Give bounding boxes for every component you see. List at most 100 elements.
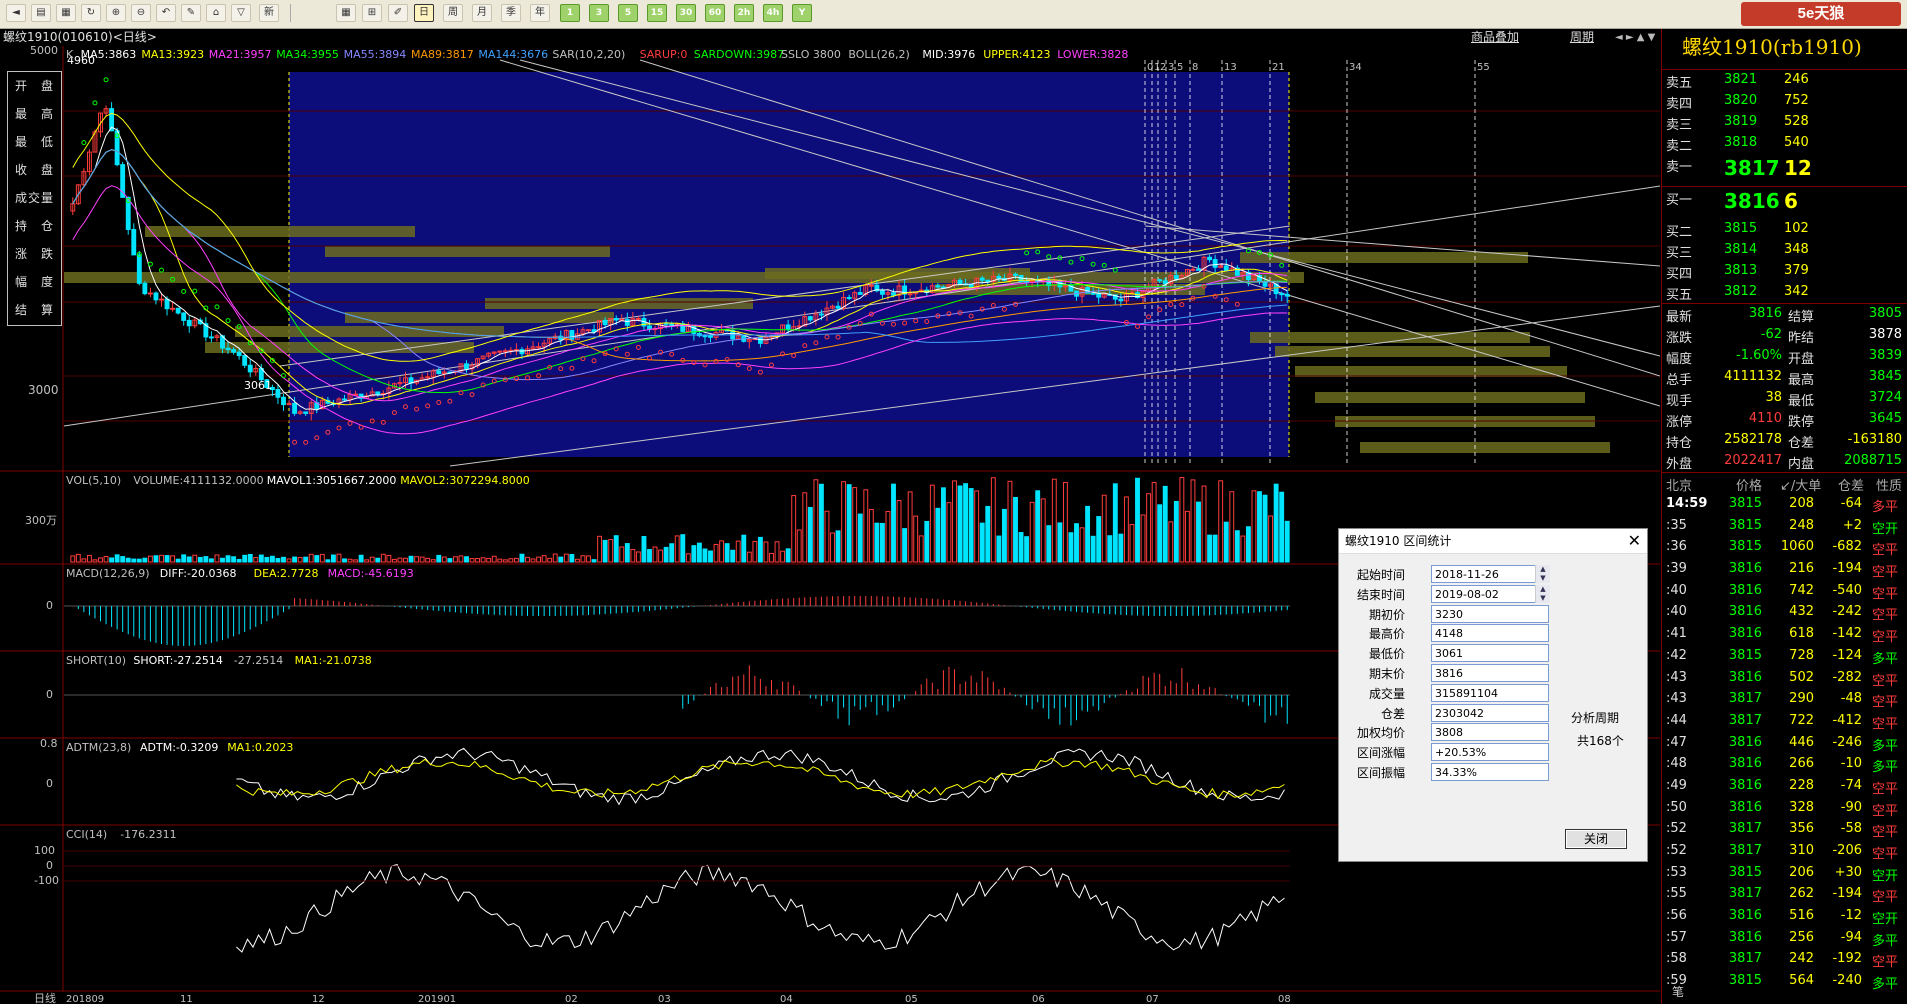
volume-bar (624, 543, 630, 563)
volume-bar (1234, 530, 1240, 563)
bid-volume: 348 (1784, 242, 1809, 257)
candle-body (996, 275, 1002, 279)
stat-row: 持仓 2582178 仓差 -163180 (1662, 430, 1907, 451)
legend-item: MAVOL2:3072294.8000 (400, 474, 530, 487)
spinner-icon[interactable]: ▲ ▼ (1535, 565, 1550, 583)
draw-icon[interactable]: ✎ (181, 4, 201, 22)
dialog-field-input[interactable]: 2018-11-26 (1431, 565, 1549, 583)
volume-bar (536, 556, 542, 563)
stat-row: 最新 3816 结算 3805 (1662, 304, 1907, 325)
tick-tab[interactable]: 笔 (1672, 983, 1684, 1000)
dialog-field-input[interactable]: +20.53% (1431, 743, 1549, 762)
close-icon[interactable]: ✕ (1628, 531, 1641, 550)
minute-button-2[interactable]: 5 (618, 4, 638, 22)
candle-body (1279, 293, 1285, 296)
volume-bar (297, 557, 303, 563)
dialog-field-input[interactable]: 2019-08-02 (1431, 584, 1549, 603)
dialog-field-input[interactable]: 34.33% (1431, 763, 1549, 781)
stat-label: 持仓 (1666, 436, 1693, 451)
price-field-item[interactable]: 涨 跌 (8, 240, 61, 268)
period-link[interactable]: 周期 (1570, 29, 1594, 46)
volume-bar (741, 534, 747, 563)
dialog-field-input[interactable]: 3808 (1431, 723, 1549, 742)
zoom-in-icon[interactable]: ⊕ (106, 4, 126, 22)
dialog-field-input[interactable]: 3230 (1431, 604, 1549, 623)
commodity-overlay-link[interactable]: 商品叠加 (1471, 29, 1519, 46)
price-field-item[interactable]: 结 算 (8, 296, 61, 324)
tick-nature: 空平 (1872, 716, 1899, 732)
minute-button-4[interactable]: 30 (676, 4, 696, 22)
minute-button-6[interactable]: 2h (734, 4, 754, 22)
panel-arrow-icons[interactable]: ◄ ► ▲ ▼ (1615, 29, 1655, 46)
period-button-4[interactable]: 年 (530, 4, 550, 22)
price-field-item[interactable]: 持 仓 (8, 212, 61, 240)
tick-volume: 262 (1789, 886, 1814, 902)
legend-item: SHORT(10) (66, 654, 126, 667)
minute-button-8[interactable]: Y (792, 4, 812, 22)
volume-bar (197, 556, 203, 563)
candle-body (1223, 265, 1229, 272)
chart-tool-icon[interactable]: ▦ (336, 4, 356, 22)
volume-bar (940, 487, 946, 563)
undo-icon[interactable]: ↶ (156, 4, 176, 22)
volume-bar (70, 555, 76, 563)
stat-label: 外盘 (1666, 457, 1693, 472)
volume-bar (935, 507, 941, 563)
tick-nature: 空平 (1872, 890, 1899, 906)
magnet-icon[interactable]: ⌂ (206, 4, 226, 22)
candle-body (624, 319, 630, 326)
minute-button-5[interactable]: 60 (705, 4, 725, 22)
minute-button-0[interactable]: 1 (560, 4, 580, 22)
folder-icon[interactable]: ▤ (31, 4, 51, 22)
dialog-field-input[interactable]: 315891104 (1431, 683, 1549, 702)
volume-bar (724, 543, 730, 563)
dialog-field-input[interactable]: 3061 (1431, 644, 1549, 663)
price-field-item[interactable]: 最 高 (8, 100, 61, 128)
zoom-out-icon[interactable]: ⊖ (131, 4, 151, 22)
tick-price: 3816 (1728, 669, 1762, 685)
refresh-icon[interactable]: ↻ (81, 4, 101, 22)
filter-icon[interactable]: ▽ (231, 4, 251, 22)
dialog-field-label: 期末价 (1368, 667, 1405, 681)
draw-tool-icon[interactable]: ✐ (388, 4, 408, 22)
legend-item: MA55:3894 (344, 48, 407, 61)
period-button-1[interactable]: 周 (443, 4, 463, 22)
candle-body (586, 329, 591, 332)
price-field-item[interactable]: 最 低 (8, 128, 61, 156)
dialog-field-label: 结束时间 (1356, 587, 1405, 602)
volume-bar (907, 491, 913, 563)
back-icon[interactable]: ◄ (6, 4, 26, 22)
period-button-0[interactable]: 日 (414, 4, 434, 22)
price-field-item[interactable]: 成交量 (8, 184, 61, 212)
tick-row: :44 3817 722 -412 空平 (1662, 711, 1907, 733)
volume-bar (1035, 490, 1041, 563)
new-button[interactable]: 新 (259, 4, 279, 22)
volume-bar (846, 484, 852, 563)
period-button-3[interactable]: 季 (501, 4, 521, 22)
tick-nature: 空开 (1872, 868, 1899, 884)
minute-button-1[interactable]: 3 (589, 4, 609, 22)
dialog-field-input[interactable]: 4148 (1431, 624, 1549, 643)
volume-profile-bar (1315, 392, 1585, 403)
spinner-icon[interactable]: ▲ ▼ (1535, 584, 1550, 603)
volume-bar (181, 554, 187, 563)
indicator-icon[interactable]: ⊞ (362, 4, 382, 22)
close-button[interactable]: 关闭 (1565, 829, 1627, 849)
minute-button-3[interactable]: 15 (647, 4, 667, 22)
volume-bar (1223, 521, 1229, 563)
tick-row: :39 3816 216 -194 空平 (1662, 559, 1907, 581)
candle-body (680, 323, 686, 332)
fib-label: 8 (1192, 62, 1198, 73)
minute-button-7[interactable]: 4h (763, 4, 783, 22)
tick-price: 3815 (1728, 539, 1762, 555)
price-field-item[interactable]: 开 盘 (8, 72, 61, 100)
price-field-item[interactable]: 收 盘 (8, 156, 61, 184)
print-icon[interactable]: ▦ (56, 4, 76, 22)
tick-nature: 空平 (1872, 565, 1899, 581)
sar-dot (103, 77, 109, 83)
period-button-2[interactable]: 月 (472, 4, 492, 22)
price-field-item[interactable]: 幅 度 (8, 268, 61, 296)
volume-bar (292, 556, 298, 563)
dialog-field-input[interactable]: 2303042 (1431, 703, 1549, 722)
dialog-field-input[interactable]: 3816 (1431, 664, 1549, 682)
